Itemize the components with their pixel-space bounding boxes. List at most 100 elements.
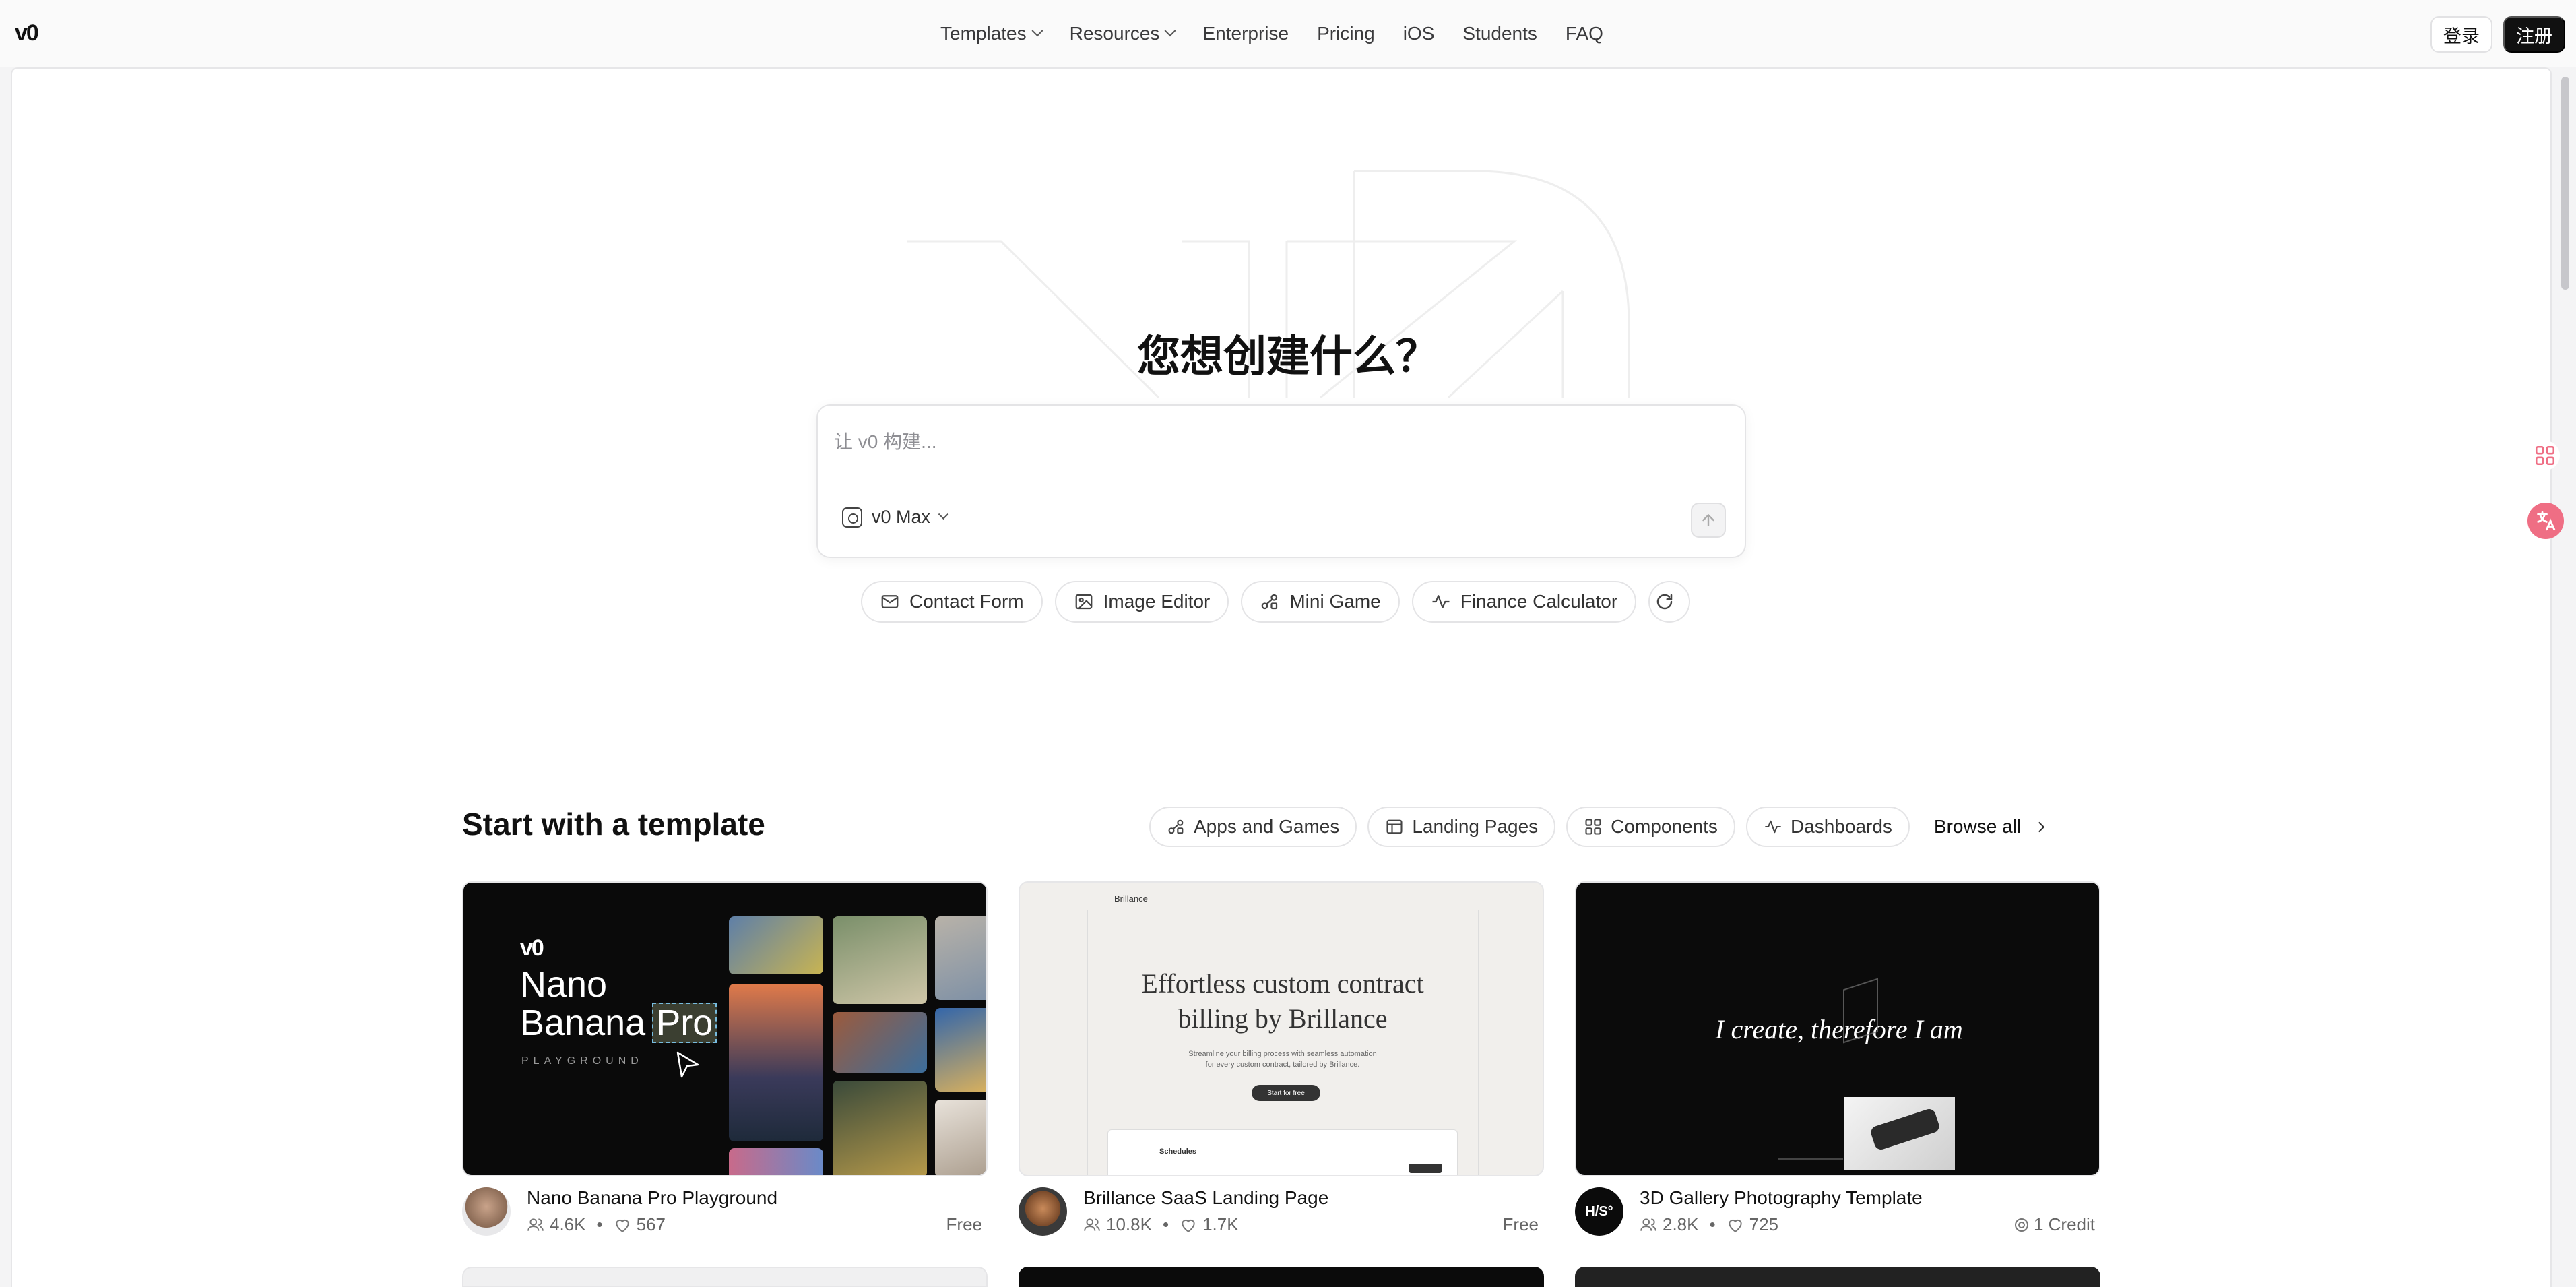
template-stats: 10.8K • 1.7K (1083, 1214, 1239, 1235)
v0-logo[interactable]: v0 (15, 20, 57, 46)
tab-label: Landing Pages (1412, 816, 1539, 837)
users-icon (1084, 1218, 1100, 1231)
nav-resources-label: Resources (1069, 23, 1160, 44)
template-card[interactable]: I create, therefore I am H/S° 3D Gallery… (1575, 881, 2100, 1236)
separator-dot: • (596, 1214, 603, 1234)
thumb-photo (833, 1012, 927, 1073)
thumb-photo (729, 916, 823, 974)
template-price: Free (1502, 1214, 1539, 1234)
chevron-right-icon (2034, 821, 2045, 832)
template-name: Nano Banana Pro Playground (527, 1187, 778, 1208)
thumb-subtitle-line: for every custom contract, tailored by B… (1205, 1061, 1360, 1069)
nav-faq[interactable]: FAQ (1566, 23, 1603, 44)
templates-title: Start with a template (462, 807, 765, 842)
thumb-subtitle: Streamline your billing process with sea… (1020, 1048, 1543, 1070)
separator-dot: • (1709, 1214, 1716, 1234)
thumb-photo (833, 1081, 927, 1175)
template-stats: 4.6K • 567 (527, 1214, 666, 1235)
template-card[interactable]: Brillance Effortless custom contract bil… (1019, 881, 1544, 1236)
template-card[interactable]: v0 Nano Banana Pro PLAYGROUND Nano Banan… (462, 881, 988, 1236)
refresh-suggestions-button[interactable] (1648, 581, 1691, 623)
translate-icon (2537, 511, 2556, 531)
nav-pricing[interactable]: Pricing (1317, 23, 1375, 44)
template-thumbnail[interactable]: I create, therefore I am (1575, 881, 2100, 1176)
tab-components[interactable]: Components (1566, 807, 1735, 847)
suggestion-image-editor[interactable]: Image Editor (1054, 581, 1229, 623)
hero-title: 您想创建什么？ (1137, 332, 1439, 381)
nav-enterprise[interactable]: Enterprise (1202, 23, 1289, 44)
template-price: Free (946, 1214, 982, 1234)
avatar: H/S° (1575, 1187, 1623, 1236)
thumb-photo (935, 916, 986, 1000)
template-stats: 2.8K • 725 (1640, 1214, 1778, 1235)
suggestion-mini-game[interactable]: Mini Game (1241, 581, 1400, 623)
suggestion-chips: Contact Form Image Editor Mini Game Fina… (861, 581, 1691, 623)
tab-landing-pages[interactable]: Landing Pages (1367, 807, 1556, 847)
thumb-navbar: Brillance (1087, 889, 1478, 908)
template-price: 1 Credit (2014, 1214, 2095, 1235)
thumb-panel-button (1409, 1164, 1442, 1173)
browse-all-link[interactable]: Browse all (1933, 816, 2045, 838)
chevron-down-icon (1031, 25, 1043, 37)
heart-icon (615, 1219, 629, 1232)
tab-label: Apps and Games (1194, 816, 1340, 837)
template-card-partial[interactable] (1575, 1267, 2100, 1287)
chevron-down-icon (938, 509, 949, 520)
prompt-input[interactable] (834, 422, 1710, 462)
thumb-heading: Effortless custom contract billing by Br… (1020, 966, 1543, 1036)
suggestion-label: Image Editor (1103, 591, 1211, 612)
tab-label: Dashboards (1790, 816, 1892, 837)
scrollbar[interactable] (2561, 77, 2569, 290)
template-name: 3D Gallery Photography Template (1640, 1187, 1923, 1208)
send-button[interactable] (1691, 503, 1726, 538)
login-button[interactable]: 登录 (2430, 16, 2492, 53)
suggestion-finance-calculator[interactable]: Finance Calculator (1411, 581, 1637, 623)
nav-templates-label: Templates (940, 23, 1027, 44)
template-card-partial[interactable] (1019, 1267, 1544, 1287)
browse-all-label: Browse all (1933, 816, 2022, 837)
thumb-3d-shape (1843, 978, 1878, 1044)
tab-apps-and-games[interactable]: Apps and Games (1149, 807, 1357, 847)
separator-dot: • (1162, 1214, 1169, 1234)
apps-icon (1168, 819, 1184, 834)
thumb-guide-line (1087, 910, 1088, 1175)
likes-count: 725 (1749, 1214, 1778, 1234)
thumb-photo (935, 1100, 986, 1175)
thumb-guide-line (1478, 910, 1479, 1175)
thumb-subtitle-line: Streamline your billing process with sea… (1188, 1050, 1377, 1058)
nav-resources[interactable]: Resources (1069, 23, 1176, 44)
refresh-icon (1656, 594, 1673, 610)
users-count: 4.6K (550, 1214, 586, 1234)
likes-count: 1.7K (1202, 1214, 1239, 1234)
translate-float-button[interactable] (2527, 503, 2564, 539)
nav-students[interactable]: Students (1462, 23, 1537, 44)
thumb-panel-title: Schedules (1159, 1148, 1197, 1156)
nav-ios[interactable]: iOS (1403, 23, 1435, 44)
thumb-line: Nano (520, 964, 608, 1005)
suggestion-contact-form[interactable]: Contact Form (861, 581, 1043, 623)
template-thumbnail[interactable]: Brillance Effortless custom contract bil… (1019, 881, 1544, 1176)
thumb-photo (935, 1008, 986, 1092)
activity-icon (1765, 820, 1781, 834)
template-card-partial[interactable] (462, 1267, 988, 1287)
grid-icon (2535, 445, 2555, 466)
thumb-panel: Schedules (1107, 1129, 1458, 1175)
cursor-icon (676, 1051, 699, 1078)
model-label: v0 Max (872, 507, 931, 527)
game-icon (1261, 594, 1278, 610)
tab-label: Components (1611, 816, 1718, 837)
users-icon (527, 1218, 544, 1231)
tab-dashboards[interactable]: Dashboards (1745, 807, 1910, 847)
thumb-photo (729, 1148, 823, 1175)
thumb-photo (833, 916, 927, 1004)
thumb-brand: Brillance (1114, 893, 1148, 904)
model-select[interactable]: v0 Max (842, 507, 949, 528)
template-thumbnail[interactable]: v0 Nano Banana Pro PLAYGROUND (462, 881, 988, 1176)
image-icon (1075, 594, 1092, 610)
thumb-heading-line: Effortless custom contract (1141, 968, 1424, 999)
apps-float-button[interactable] (2530, 441, 2560, 470)
avatar (462, 1187, 511, 1236)
signup-button[interactable]: 注册 (2503, 16, 2565, 53)
nav-templates[interactable]: Templates (940, 23, 1043, 44)
thumb-camera-shape (1869, 1107, 1941, 1152)
